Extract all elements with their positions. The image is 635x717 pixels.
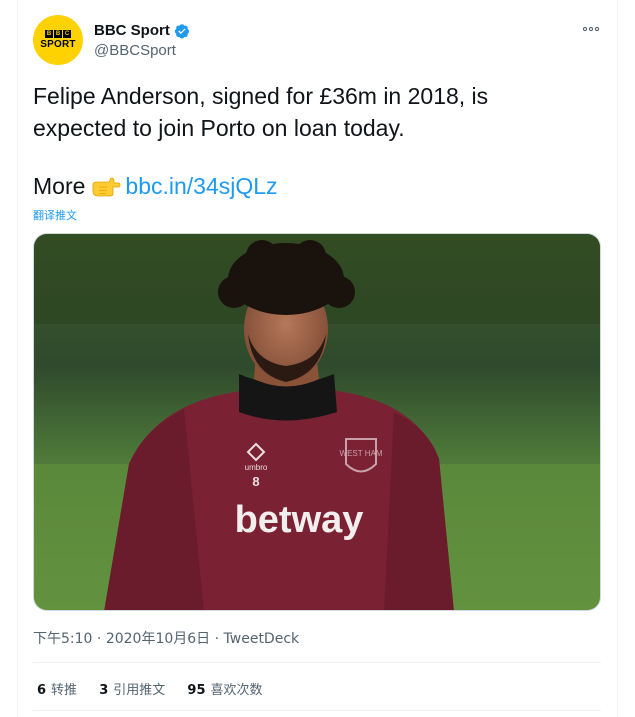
bbc-letter-b2: B — [54, 30, 62, 38]
photo-image: WEST HAM umbro 8 betway — [34, 234, 600, 610]
tweet-more-line: More bbc.in/34sjQLz — [33, 170, 278, 202]
bbc-letter-b1: B — [45, 30, 53, 38]
tweet-more-label: More — [33, 173, 86, 199]
meta-separator-2: · — [214, 631, 220, 647]
author-handle[interactable]: @BBCSport — [94, 42, 176, 59]
quotes-stat[interactable]: 3 引用推文 — [99, 683, 165, 698]
tweet-photo[interactable]: WEST HAM umbro 8 betway — [33, 233, 601, 611]
retweets-count: 6 — [37, 683, 47, 698]
divider-top — [33, 662, 601, 663]
tweet-text-line-1: Felipe Anderson, signed for £36m in 2018… — [33, 83, 489, 109]
avatar[interactable]: B B C SPORT — [33, 15, 83, 65]
jersey-number: 8 — [252, 474, 259, 489]
jersey-brand: umbro — [245, 463, 268, 472]
likes-count: 95 — [187, 683, 206, 698]
tweet-time[interactable]: 下午5:10 — [33, 631, 92, 647]
likes-label: 喜欢次数 — [210, 683, 263, 698]
quotes-label: 引用推文 — [113, 683, 166, 698]
tweet-meta: 下午5:10 · 2020年10月6日 · TweetDeck — [33, 628, 299, 648]
author-display-name[interactable]: BBC Sport — [94, 22, 170, 39]
tweet-link[interactable]: bbc.in/34sjQLz — [125, 173, 277, 199]
tweet-text: Felipe Anderson, signed for £36m in 2018… — [33, 80, 603, 144]
tweet-date[interactable]: 2020年10月6日 — [106, 631, 210, 647]
translate-tweet-link[interactable]: 翻译推文 — [33, 207, 77, 223]
bbc-logo: B B C — [45, 30, 71, 38]
more-dots-glyph — [582, 26, 600, 32]
retweets-stat[interactable]: 6 转推 — [37, 683, 77, 698]
divider-bottom — [33, 710, 601, 711]
tweet-stats: 6 转推 3 引用推文 95 喜欢次数 — [37, 679, 281, 698]
crest-label: WEST HAM — [340, 449, 383, 458]
avatar-sport-word: SPORT — [40, 39, 76, 50]
tweet-source[interactable]: TweetDeck — [224, 631, 300, 647]
verified-badge-icon — [174, 24, 189, 39]
more-horizontal-icon[interactable] — [582, 22, 600, 39]
quotes-count: 3 — [99, 683, 109, 698]
retweets-label: 转推 — [51, 683, 78, 698]
backhand-index-pointing-right-icon — [93, 177, 121, 197]
likes-stat[interactable]: 95 喜欢次数 — [187, 683, 262, 698]
tweet-text-line-2: expected to join Porto on loan today. — [33, 115, 405, 141]
bbc-letter-c: C — [63, 30, 71, 38]
meta-separator: · — [96, 631, 102, 647]
jersey-sponsor: betway — [235, 499, 364, 541]
